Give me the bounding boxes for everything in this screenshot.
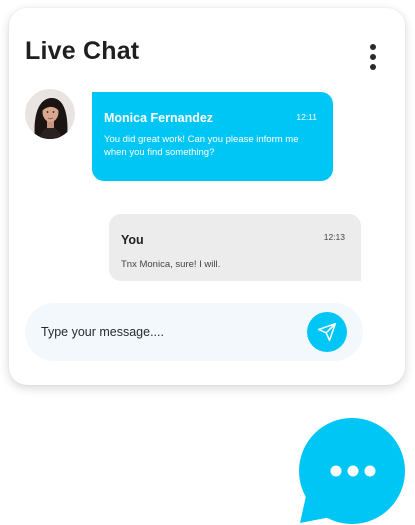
send-icon xyxy=(317,322,337,342)
message-input[interactable] xyxy=(41,321,296,343)
sender-name: You xyxy=(121,233,144,247)
message-text: Tnx Monica, sure! I will. xyxy=(121,259,221,270)
chat-title: Live Chat xyxy=(25,37,140,65)
avatar xyxy=(25,89,75,139)
message-time: 12:13 xyxy=(323,232,345,242)
sender-name: Monica Fernandez xyxy=(104,111,214,125)
more-options-button[interactable] xyxy=(363,42,383,72)
page: Live Chat Monica Fernandez 12:11 You did… xyxy=(0,0,415,525)
open-chat-button[interactable] xyxy=(296,417,408,525)
live-chat-widget: Live Chat Monica Fernandez 12:11 You did… xyxy=(9,8,405,385)
message-composer xyxy=(25,303,363,361)
message-time: 12:11 xyxy=(296,112,317,122)
chat-bubble-icon xyxy=(299,418,405,524)
message-text: You did great work! Can you please infor… xyxy=(104,134,299,158)
incoming-message: Monica Fernandez 12:11 You did great wor… xyxy=(92,92,333,181)
send-button[interactable] xyxy=(307,312,347,352)
outgoing-message: You 12:13 Tnx Monica, sure! I will. xyxy=(109,214,361,281)
